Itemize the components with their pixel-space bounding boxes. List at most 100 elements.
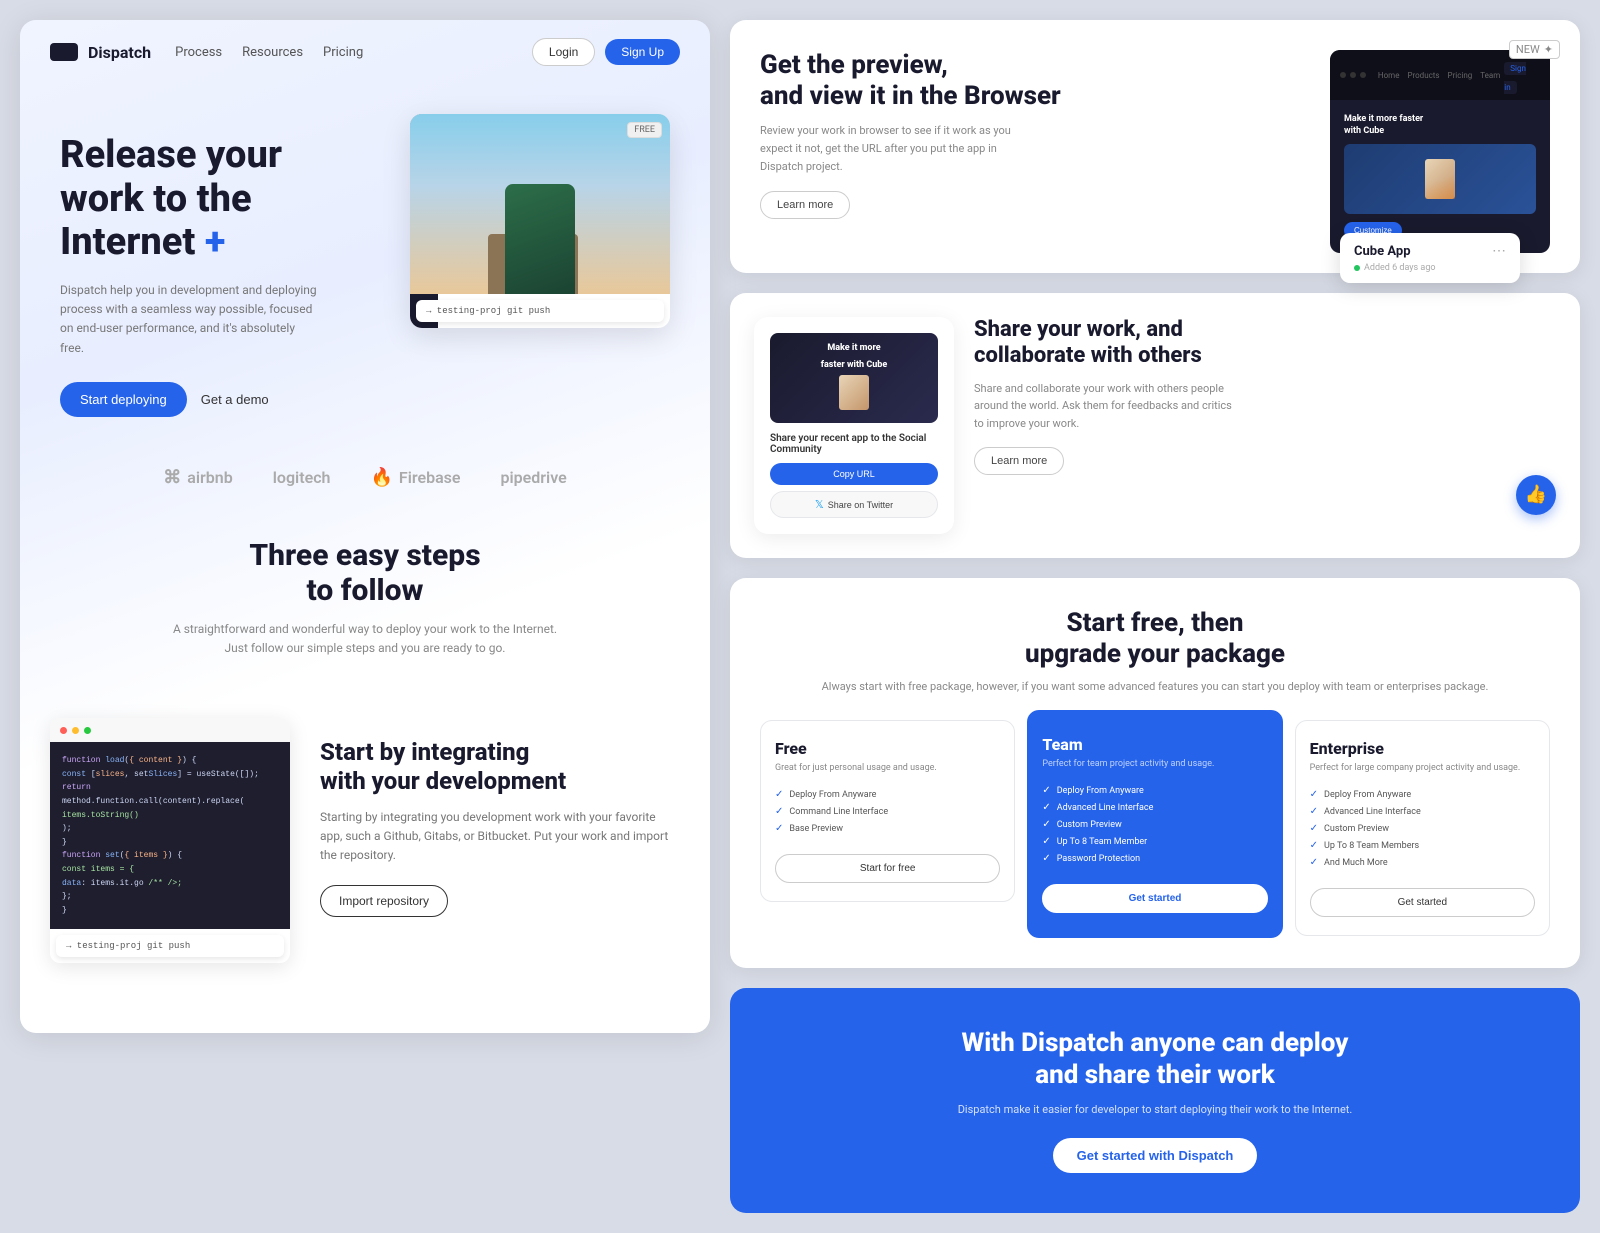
share-app-preview: Make it more faster with Cube (770, 333, 938, 423)
browser-app-title: Make it more faster (1344, 114, 1536, 124)
check-icon: ✓ (1310, 823, 1318, 834)
integration-section: function load({ content }) { const [slic… (20, 718, 710, 993)
browser-app-subtitle: with Cube (1344, 126, 1536, 136)
logo-firebase: 🔥 Firebase (370, 467, 460, 488)
hero-description: Dispatch help you in development and dep… (60, 281, 320, 358)
check-icon: ✓ (1042, 836, 1050, 847)
price-feature-free-2: ✓ Command Line Interface (775, 806, 1000, 817)
cta-button[interactable]: Get started with Dispatch (1053, 1138, 1258, 1173)
check-icon: ✓ (775, 789, 783, 800)
steps-description: A straightforward and wonderful way to d… (165, 620, 565, 658)
price-subtitle-free: Great for just personal usage and usage. (775, 762, 1000, 776)
share-title: Share your work, and collaborate with ot… (974, 317, 1556, 370)
nav-resources[interactable]: Resources (242, 45, 303, 60)
enterprise-get-started-button[interactable]: Get started (1310, 888, 1535, 917)
left-panel: Dispatch Process Resources Pricing Login… (20, 20, 710, 1033)
free-badge: FREE (627, 122, 662, 138)
code-dot-yellow (72, 727, 79, 734)
browser-signin: Sign in (1504, 62, 1526, 94)
right-panel: Get the preview, and view it in the Brow… (730, 20, 1580, 1213)
start-free-button[interactable]: Start for free (775, 854, 1000, 883)
integration-cmd: → testing-proj git push (56, 935, 284, 957)
check-icon: ✓ (1310, 840, 1318, 851)
price-feature-team-3: ✓ Custom Preview (1042, 819, 1267, 830)
browser-section-wrapper: Get the preview, and view it in the Brow… (730, 20, 1580, 273)
hero-plus: + (205, 220, 226, 264)
cube-app-more-icon[interactable]: ⋯ (1492, 243, 1506, 259)
pricing-description: Always start with free package, however,… (760, 678, 1550, 696)
brand-name: Dispatch (88, 43, 151, 62)
cube-app-card: Cube App ⋯ Added 6 days ago (1340, 233, 1520, 283)
hero-buttons: Start deploying Get a demo (60, 382, 390, 417)
share-caption: Share your recent app to the Social Comm… (770, 433, 938, 455)
price-name-team: Team (1042, 735, 1267, 754)
code-content: function load({ content }) { const [slic… (50, 742, 290, 929)
browser-app-image (1344, 144, 1536, 214)
hero-section: Release your work to the Internet + Disp… (20, 84, 710, 437)
steps-title: Three easy steps to follow (60, 538, 670, 608)
cube-app-meta: Added 6 days ago (1354, 263, 1506, 273)
nav-process[interactable]: Process (175, 45, 222, 60)
price-card-enterprise: Enterprise Perfect for large company pro… (1295, 720, 1550, 937)
price-name-free: Free (775, 739, 1000, 758)
logo-logitech: logitech (273, 468, 331, 487)
cta-section: With Dispatch anyone can deploy and shar… (730, 988, 1580, 1213)
start-deploying-button[interactable]: Start deploying (60, 382, 187, 417)
steps-section: Three easy steps to follow A straightfor… (20, 518, 710, 718)
share-section: Make it more faster with Cube Share your… (754, 317, 1556, 534)
pricing-title: Start free, then upgrade your package (760, 608, 1550, 670)
integration-text: Start by integrating with your developme… (320, 718, 680, 917)
navbar: Dispatch Process Resources Pricing Login… (20, 20, 710, 84)
star-icon: ✦ (1544, 43, 1553, 56)
logos-section: ⌘ airbnb logitech 🔥 Firebase pipedrive (20, 437, 710, 518)
browser-preview: Home Products Pricing Team Sign in Make … (1330, 50, 1550, 253)
logo-airbnb: ⌘ airbnb (163, 467, 232, 488)
check-icon: ✓ (1042, 785, 1050, 796)
hero-image-card: FREE → testing-proj git push (410, 114, 670, 328)
import-repository-button[interactable]: Import repository (320, 885, 448, 917)
price-subtitle-team: Perfect for team project activity and us… (1042, 758, 1267, 772)
price-feature-team-2: ✓ Advanced Line Interface (1042, 802, 1267, 813)
share-overlay-text: Make it more faster with Cube (813, 334, 896, 422)
check-icon: ✓ (775, 823, 783, 834)
cta-description: Dispatch make it easier for developer to… (770, 1101, 1540, 1119)
price-feature-ent-3: ✓ Custom Preview (1310, 823, 1535, 834)
nav-links: Process Resources Pricing (175, 45, 508, 60)
browser-nav-pricing: Pricing (1448, 71, 1473, 80)
pricing-section: Start free, then upgrade your package Al… (730, 578, 1580, 968)
browser-learn-more-button[interactable]: Learn more (760, 191, 850, 219)
share-card: Make it more faster with Cube Share your… (754, 317, 954, 534)
cube-figure (1425, 159, 1455, 199)
check-icon: ✓ (1042, 819, 1050, 830)
price-feature-team-1: ✓ Deploy From Anyware (1042, 785, 1267, 796)
get-demo-button[interactable]: Get a demo (201, 392, 269, 407)
share-text: Share your work, and collaborate with ot… (974, 317, 1556, 515)
price-feature-free-3: ✓ Base Preview (775, 823, 1000, 834)
team-get-started-button[interactable]: Get started (1042, 884, 1267, 913)
nav-actions: Login Sign Up (532, 38, 680, 66)
hero-title: Release your work to the Internet + (60, 134, 390, 265)
price-feature-ent-2: ✓ Advanced Line Interface (1310, 806, 1535, 817)
browser-text: Get the preview, and view it in the Brow… (760, 50, 1306, 219)
browser-description: Review your work in browser to see if it… (760, 122, 1040, 175)
signup-button[interactable]: Sign Up (605, 39, 680, 65)
price-subtitle-enterprise: Perfect for large company project activi… (1310, 762, 1535, 776)
login-button[interactable]: Login (532, 38, 595, 66)
check-icon: ✓ (1042, 853, 1050, 864)
browser-section: Get the preview, and view it in the Brow… (730, 20, 1580, 273)
pricing-cards: Free Great for just personal usage and u… (760, 720, 1550, 939)
share-description: Share and collaborate your work with oth… (974, 380, 1234, 433)
cta-title: With Dispatch anyone can deploy and shar… (770, 1028, 1540, 1090)
check-icon: ✓ (1310, 806, 1318, 817)
browser-nav-team: Team (1480, 71, 1500, 80)
share-twitter-button[interactable]: 𝕏 Share on Twitter (770, 491, 938, 518)
price-feature-ent-5: ✓ And Much More (1310, 857, 1535, 868)
price-card-team: Team Perfect for team project activity a… (1027, 710, 1282, 939)
brand: Dispatch (50, 43, 151, 62)
browser-dot-3 (1360, 72, 1366, 78)
check-icon: ✓ (1042, 802, 1050, 813)
price-card-free: Free Great for just personal usage and u… (760, 720, 1015, 903)
share-learn-more-button[interactable]: Learn more (974, 447, 1064, 475)
copy-url-button[interactable]: Copy URL (770, 463, 938, 485)
nav-pricing[interactable]: Pricing (323, 45, 363, 60)
